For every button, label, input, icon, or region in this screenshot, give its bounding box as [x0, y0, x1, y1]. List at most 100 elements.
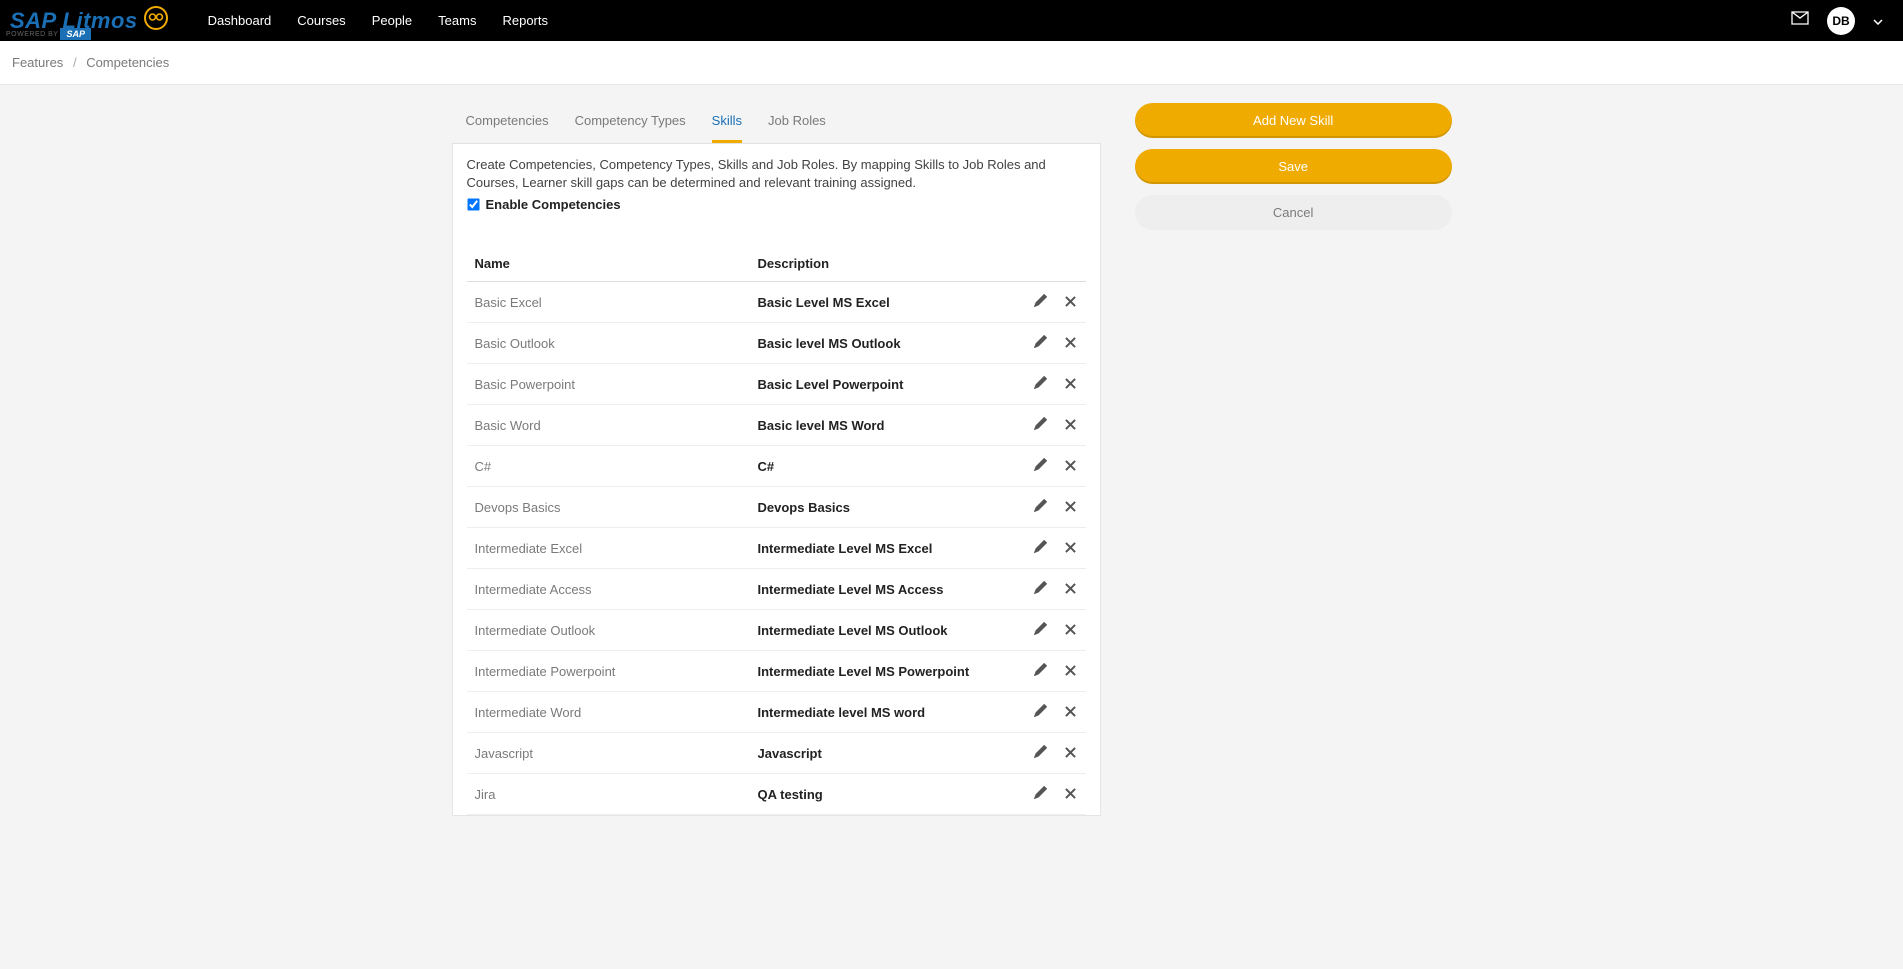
edit-icon[interactable]: [1026, 528, 1056, 569]
table-row: Intermediate OutlookIntermediate Level M…: [467, 610, 1086, 651]
table-row: Intermediate AccessIntermediate Level MS…: [467, 569, 1086, 610]
delete-icon[interactable]: [1056, 692, 1086, 733]
delete-icon[interactable]: [1056, 364, 1086, 405]
skill-name: Javascript: [467, 733, 750, 774]
nav-dashboard[interactable]: Dashboard: [208, 13, 272, 28]
edit-icon[interactable]: [1026, 610, 1056, 651]
edit-icon[interactable]: [1026, 446, 1056, 487]
skill-description: Intermediate Level MS Powerpoint: [750, 651, 1026, 692]
table-row: Intermediate PowerpointIntermediate Leve…: [467, 651, 1086, 692]
edit-icon[interactable]: [1026, 405, 1056, 446]
edit-icon[interactable]: [1026, 692, 1056, 733]
tabs: Competencies Competency Types Skills Job Ro…: [452, 103, 1101, 144]
skill-name: Basic Word: [467, 405, 750, 446]
skill-name: Intermediate Word: [467, 692, 750, 733]
cancel-button[interactable]: Cancel: [1135, 195, 1452, 230]
delete-icon[interactable]: [1056, 528, 1086, 569]
edit-icon[interactable]: [1026, 487, 1056, 528]
skill-description: Basic Level MS Excel: [750, 282, 1026, 323]
top-nav: SAP Litmos POWERED BY SAP Dashboard Cours…: [0, 0, 1903, 41]
edit-icon[interactable]: [1026, 364, 1056, 405]
edit-icon[interactable]: [1026, 282, 1056, 323]
enable-competencies-checkbox[interactable]: [467, 198, 479, 210]
skill-description: Intermediate Level MS Access: [750, 569, 1026, 610]
table-row: Intermediate ExcelIntermediate Level MS …: [467, 528, 1086, 569]
skills-table: Name Description Basic ExcelBasic Level …: [467, 246, 1086, 815]
delete-icon[interactable]: [1056, 774, 1086, 815]
delete-icon[interactable]: [1056, 282, 1086, 323]
table-row: Basic OutlookBasic level MS Outlook: [467, 323, 1086, 364]
nav-right: DB: [1791, 7, 1893, 35]
delete-icon[interactable]: [1056, 405, 1086, 446]
nav-reports[interactable]: Reports: [502, 13, 548, 28]
delete-icon[interactable]: [1056, 651, 1086, 692]
table-row: Basic PowerpointBasic Level Powerpoint: [467, 364, 1086, 405]
mail-icon[interactable]: [1791, 11, 1809, 30]
delete-icon[interactable]: [1056, 569, 1086, 610]
nav-links: Dashboard Courses People Teams Reports: [208, 13, 548, 28]
tab-skills[interactable]: Skills: [712, 103, 742, 143]
edit-icon[interactable]: [1026, 569, 1056, 610]
delete-icon[interactable]: [1056, 446, 1086, 487]
skill-description: Javascript: [750, 733, 1026, 774]
skill-name: Intermediate Excel: [467, 528, 750, 569]
skill-description: Basic level MS Outlook: [750, 323, 1026, 364]
sap-badge: SAP: [60, 28, 91, 40]
content-card: Create Competencies, Competency Types, S…: [452, 144, 1101, 816]
skill-description: Basic level MS Word: [750, 405, 1026, 446]
main: Competencies Competency Types Skills Job Ro…: [452, 103, 1452, 816]
mascot-icon: [144, 6, 168, 36]
user-avatar[interactable]: DB: [1827, 7, 1855, 35]
intro-text: Create Competencies, Competency Types, S…: [467, 156, 1086, 191]
table-row: Basic ExcelBasic Level MS Excel: [467, 282, 1086, 323]
edit-icon[interactable]: [1026, 733, 1056, 774]
edit-icon[interactable]: [1026, 651, 1056, 692]
tab-competency-types[interactable]: Competency Types: [575, 103, 686, 143]
breadcrumb-current: Competencies: [86, 55, 169, 70]
delete-icon[interactable]: [1056, 323, 1086, 364]
tab-competencies[interactable]: Competencies: [466, 103, 549, 143]
table-row: Basic WordBasic level MS Word: [467, 405, 1086, 446]
enable-competencies-label: Enable Competencies: [486, 197, 621, 212]
delete-icon[interactable]: [1056, 487, 1086, 528]
skill-name: C#: [467, 446, 750, 487]
powered-by: POWERED BY: [6, 31, 58, 38]
skill-description: Devops Basics: [750, 487, 1026, 528]
skill-name: Devops Basics: [467, 487, 750, 528]
delete-icon[interactable]: [1056, 733, 1086, 774]
edit-icon[interactable]: [1026, 774, 1056, 815]
table-row: JavascriptJavascript: [467, 733, 1086, 774]
skill-description: C#: [750, 446, 1026, 487]
table-row: C#C#: [467, 446, 1086, 487]
skill-name: Basic Excel: [467, 282, 750, 323]
skill-name: Intermediate Powerpoint: [467, 651, 750, 692]
skill-name: Basic Powerpoint: [467, 364, 750, 405]
brand-logo[interactable]: SAP Litmos POWERED BY SAP: [10, 6, 188, 36]
breadcrumb-sep: /: [73, 55, 77, 70]
skill-description: QA testing: [750, 774, 1026, 815]
breadcrumb-root[interactable]: Features: [12, 55, 63, 70]
breadcrumb: Features / Competencies: [0, 41, 1903, 85]
chevron-down-icon[interactable]: [1873, 14, 1883, 28]
left-column: Competencies Competency Types Skills Job Ro…: [452, 103, 1101, 816]
skill-name: Jira: [467, 774, 750, 815]
skill-name: Basic Outlook: [467, 323, 750, 364]
skill-description: Intermediate level MS word: [750, 692, 1026, 733]
nav-courses[interactable]: Courses: [297, 13, 345, 28]
nav-teams[interactable]: Teams: [438, 13, 476, 28]
nav-people[interactable]: People: [372, 13, 412, 28]
table-row: Devops BasicsDevops Basics: [467, 487, 1086, 528]
skill-name: Intermediate Access: [467, 569, 750, 610]
col-name: Name: [467, 246, 750, 282]
save-button[interactable]: Save: [1135, 149, 1452, 184]
right-column: Add New Skill Save Cancel: [1135, 103, 1452, 241]
tab-job-roles[interactable]: Job Roles: [768, 103, 826, 143]
table-row: Intermediate WordIntermediate level MS w…: [467, 692, 1086, 733]
table-row: JiraQA testing: [467, 774, 1086, 815]
skill-name: Intermediate Outlook: [467, 610, 750, 651]
add-new-skill-button[interactable]: Add New Skill: [1135, 103, 1452, 138]
edit-icon[interactable]: [1026, 323, 1056, 364]
enable-competencies-row[interactable]: Enable Competencies: [467, 197, 1086, 212]
skill-description: Intermediate Level MS Outlook: [750, 610, 1026, 651]
delete-icon[interactable]: [1056, 610, 1086, 651]
